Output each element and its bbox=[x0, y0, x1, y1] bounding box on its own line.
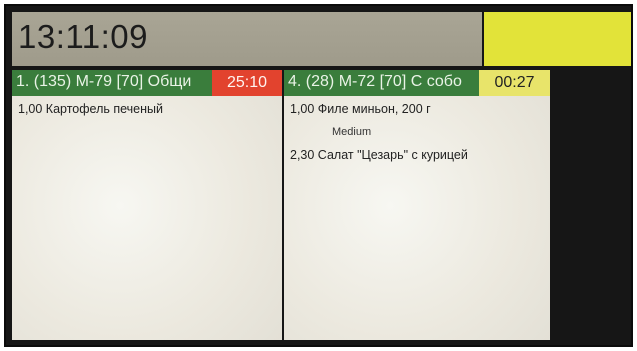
header-bar: 13:11:09 bbox=[12, 12, 482, 66]
ticket-timer: 00:27 bbox=[479, 70, 550, 96]
item-modifier: Medium bbox=[332, 126, 372, 138]
order-ticket[interactable]: 4. (28) М-72 [70] С собо 00:27 1,00 Филе… bbox=[284, 70, 550, 340]
order-ticket[interactable]: 1. (135) М-79 [70] Общи 25:10 1,00 Карто… bbox=[12, 70, 282, 340]
ticket-body: 1,00 Картофель печеный bbox=[12, 96, 282, 340]
ticket-title: 4. (28) М-72 [70] С собо bbox=[288, 73, 462, 90]
order-item: 2,30 Салат "Цезарь" с курицей bbox=[290, 148, 468, 162]
clock: 13:11:09 bbox=[18, 18, 149, 55]
ticket-body: 1,00 Филе миньон, 200 г Medium 2,30 Сала… bbox=[284, 96, 550, 340]
order-item: 1,00 Филе миньон, 200 г bbox=[290, 102, 431, 116]
kitchen-display-screen: 13:11:09 1. (135) М-79 [70] Общи 25:10 1… bbox=[4, 4, 633, 347]
status-indicator bbox=[484, 12, 631, 66]
ticket-title: 1. (135) М-79 [70] Общи bbox=[16, 73, 192, 90]
ticket-header[interactable]: 4. (28) М-72 [70] С собо 00:27 bbox=[284, 70, 550, 96]
ticket-header[interactable]: 1. (135) М-79 [70] Общи 25:10 bbox=[12, 70, 282, 96]
ticket-timer: 25:10 bbox=[212, 70, 282, 96]
order-item: 1,00 Картофель печеный bbox=[18, 102, 163, 116]
